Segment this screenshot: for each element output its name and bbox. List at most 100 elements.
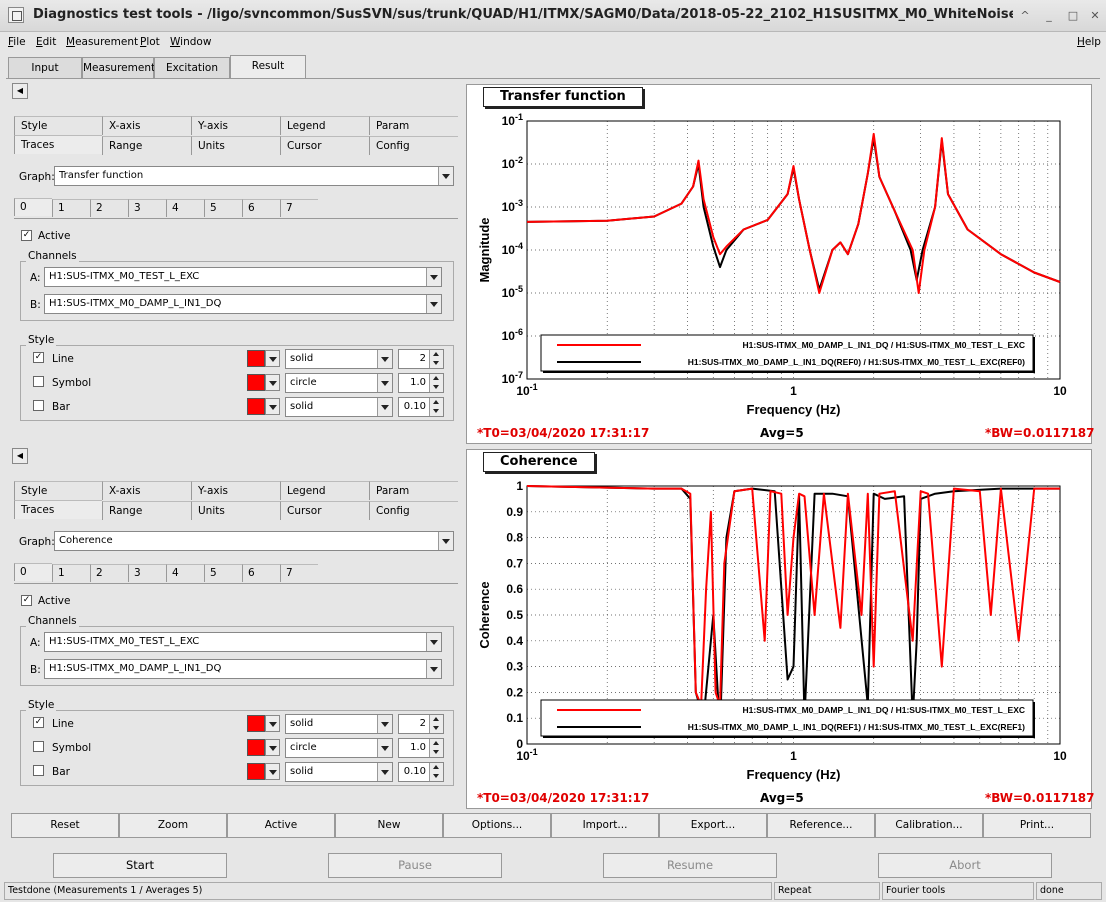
bar-color-swatch[interactable] — [247, 763, 265, 780]
bar-size-spinner[interactable]: 0.10 — [398, 397, 444, 417]
spin-down-icon[interactable] — [429, 772, 443, 781]
close-icon[interactable]: ✕ — [1087, 8, 1103, 24]
line-checkbox[interactable]: ✓ — [33, 717, 44, 728]
chevron-down-icon[interactable] — [265, 763, 280, 780]
spin-up-icon[interactable] — [429, 398, 443, 407]
spin-down-icon[interactable] — [429, 748, 443, 757]
collapse-left-icon[interactable]: ◀ — [12, 83, 28, 99]
trace-tab-4[interactable]: 4 — [166, 564, 204, 582]
active-checkbox[interactable]: ✓ — [21, 230, 32, 241]
trace-tab-5[interactable]: 5 — [204, 564, 242, 582]
symbol-checkbox[interactable] — [33, 741, 44, 752]
tab-excitation[interactable]: Excitation — [154, 57, 230, 78]
subtab-style[interactable]: Style — [14, 116, 102, 135]
spin-down-icon[interactable] — [429, 383, 443, 392]
bar-checkbox[interactable] — [33, 765, 44, 776]
symbol-type-select[interactable]: circle — [285, 738, 393, 758]
trace-tab-0[interactable]: 0 — [14, 198, 52, 216]
new-button[interactable]: New — [335, 813, 443, 838]
tab-input[interactable]: Input — [8, 57, 82, 78]
subtab-legend[interactable]: Legend — [280, 481, 369, 500]
spin-up-icon[interactable] — [429, 763, 443, 772]
transfer-function-chart[interactable]: 10-1 1 1010-710-610-510-410-310-210-1Frequ… — [467, 85, 1093, 445]
trace-tab-0[interactable]: 0 — [14, 563, 52, 581]
collapse-left-icon[interactable]: ◀ — [12, 448, 28, 464]
spin-down-icon[interactable] — [429, 407, 443, 416]
bar-type-select[interactable]: solid — [285, 397, 393, 417]
menu-file[interactable]: File — [8, 36, 26, 48]
trace-tab-1[interactable]: 1 — [52, 564, 90, 582]
symbol-type-select[interactable]: circle — [285, 373, 393, 393]
subtab-y-axis[interactable]: Y-axis — [191, 481, 280, 500]
options-button[interactable]: Options... — [443, 813, 551, 838]
graph-select[interactable]: Transfer function — [54, 166, 454, 186]
resume-button[interactable]: Resume — [603, 853, 777, 878]
subtab-config[interactable]: Config — [369, 136, 458, 155]
reference-button[interactable]: Reference... — [767, 813, 875, 838]
shade-icon[interactable]: ^ — [1017, 8, 1033, 24]
menu-window[interactable]: Window — [170, 36, 211, 48]
pause-button[interactable]: Pause — [328, 853, 502, 878]
bar-type-select[interactable]: solid — [285, 762, 393, 782]
active-button[interactable]: Active — [227, 813, 335, 838]
line-checkbox[interactable]: ✓ — [33, 352, 44, 363]
reset-button[interactable]: Reset — [11, 813, 119, 838]
channel-a-select[interactable]: H1:SUS-ITMX_M0_TEST_L_EXC — [44, 632, 442, 652]
symbol-checkbox[interactable] — [33, 376, 44, 387]
symbol-color-swatch[interactable] — [247, 374, 265, 391]
menu-measurement[interactable]: Measurement — [66, 36, 138, 48]
symbol-size-spinner[interactable]: 1.0 — [398, 738, 444, 758]
spin-down-icon[interactable] — [429, 724, 443, 733]
subtab-y-axis[interactable]: Y-axis — [191, 116, 280, 135]
chevron-down-icon[interactable] — [265, 715, 280, 732]
spin-up-icon[interactable] — [429, 715, 443, 724]
trace-tab-3[interactable]: 3 — [128, 199, 166, 217]
import-button[interactable]: Import... — [551, 813, 659, 838]
zoom-button[interactable]: Zoom — [119, 813, 227, 838]
subtab-range[interactable]: Range — [102, 501, 191, 520]
line-color-swatch[interactable] — [247, 350, 265, 367]
line-size-spinner[interactable]: 2 — [398, 349, 444, 369]
subtab-cursor[interactable]: Cursor — [280, 136, 369, 155]
spin-down-icon[interactable] — [429, 359, 443, 368]
spin-up-icon[interactable] — [429, 739, 443, 748]
channel-a-select[interactable]: H1:SUS-ITMX_M0_TEST_L_EXC — [44, 267, 442, 287]
print-button[interactable]: Print... — [983, 813, 1091, 838]
subtab-x-axis[interactable]: X-axis — [102, 481, 191, 500]
subtab-param[interactable]: Param — [369, 481, 458, 500]
subtab-cursor[interactable]: Cursor — [280, 501, 369, 520]
trace-tab-1[interactable]: 1 — [52, 199, 90, 217]
active-checkbox[interactable]: ✓ — [21, 595, 32, 606]
bar-size-spinner[interactable]: 0.10 — [398, 762, 444, 782]
trace-tab-6[interactable]: 6 — [242, 199, 280, 217]
subtab-range[interactable]: Range — [102, 136, 191, 155]
subtab-traces[interactable]: Traces — [14, 135, 102, 154]
channel-b-select[interactable]: H1:SUS-ITMX_M0_DAMP_L_IN1_DQ — [44, 659, 442, 679]
abort-button[interactable]: Abort — [878, 853, 1052, 878]
spin-up-icon[interactable] — [429, 374, 443, 383]
line-type-select[interactable]: solid — [285, 349, 393, 369]
chevron-down-icon[interactable] — [265, 398, 280, 415]
subtab-config[interactable]: Config — [369, 501, 458, 520]
trace-tab-3[interactable]: 3 — [128, 564, 166, 582]
trace-tab-6[interactable]: 6 — [242, 564, 280, 582]
trace-tab-2[interactable]: 2 — [90, 564, 128, 582]
maximize-icon[interactable]: □ — [1065, 8, 1081, 24]
tab-measurement[interactable]: Measurement — [82, 57, 155, 78]
subtab-units[interactable]: Units — [191, 501, 280, 520]
subtab-style[interactable]: Style — [14, 481, 102, 500]
chevron-down-icon[interactable] — [265, 739, 280, 756]
minimize-icon[interactable]: _ — [1041, 8, 1057, 24]
chevron-down-icon[interactable] — [265, 374, 280, 391]
bar-color-swatch[interactable] — [247, 398, 265, 415]
trace-tab-7[interactable]: 7 — [280, 564, 318, 582]
channel-b-select[interactable]: H1:SUS-ITMX_M0_DAMP_L_IN1_DQ — [44, 294, 442, 314]
calibration-button[interactable]: Calibration... — [875, 813, 983, 838]
line-color-swatch[interactable] — [247, 715, 265, 732]
trace-tab-7[interactable]: 7 — [280, 199, 318, 217]
tab-result[interactable]: Result — [230, 55, 306, 78]
graph-select[interactable]: Coherence — [54, 531, 454, 551]
chevron-down-icon[interactable] — [265, 350, 280, 367]
menu-plot[interactable]: Plot — [140, 36, 160, 48]
subtab-param[interactable]: Param — [369, 116, 458, 135]
